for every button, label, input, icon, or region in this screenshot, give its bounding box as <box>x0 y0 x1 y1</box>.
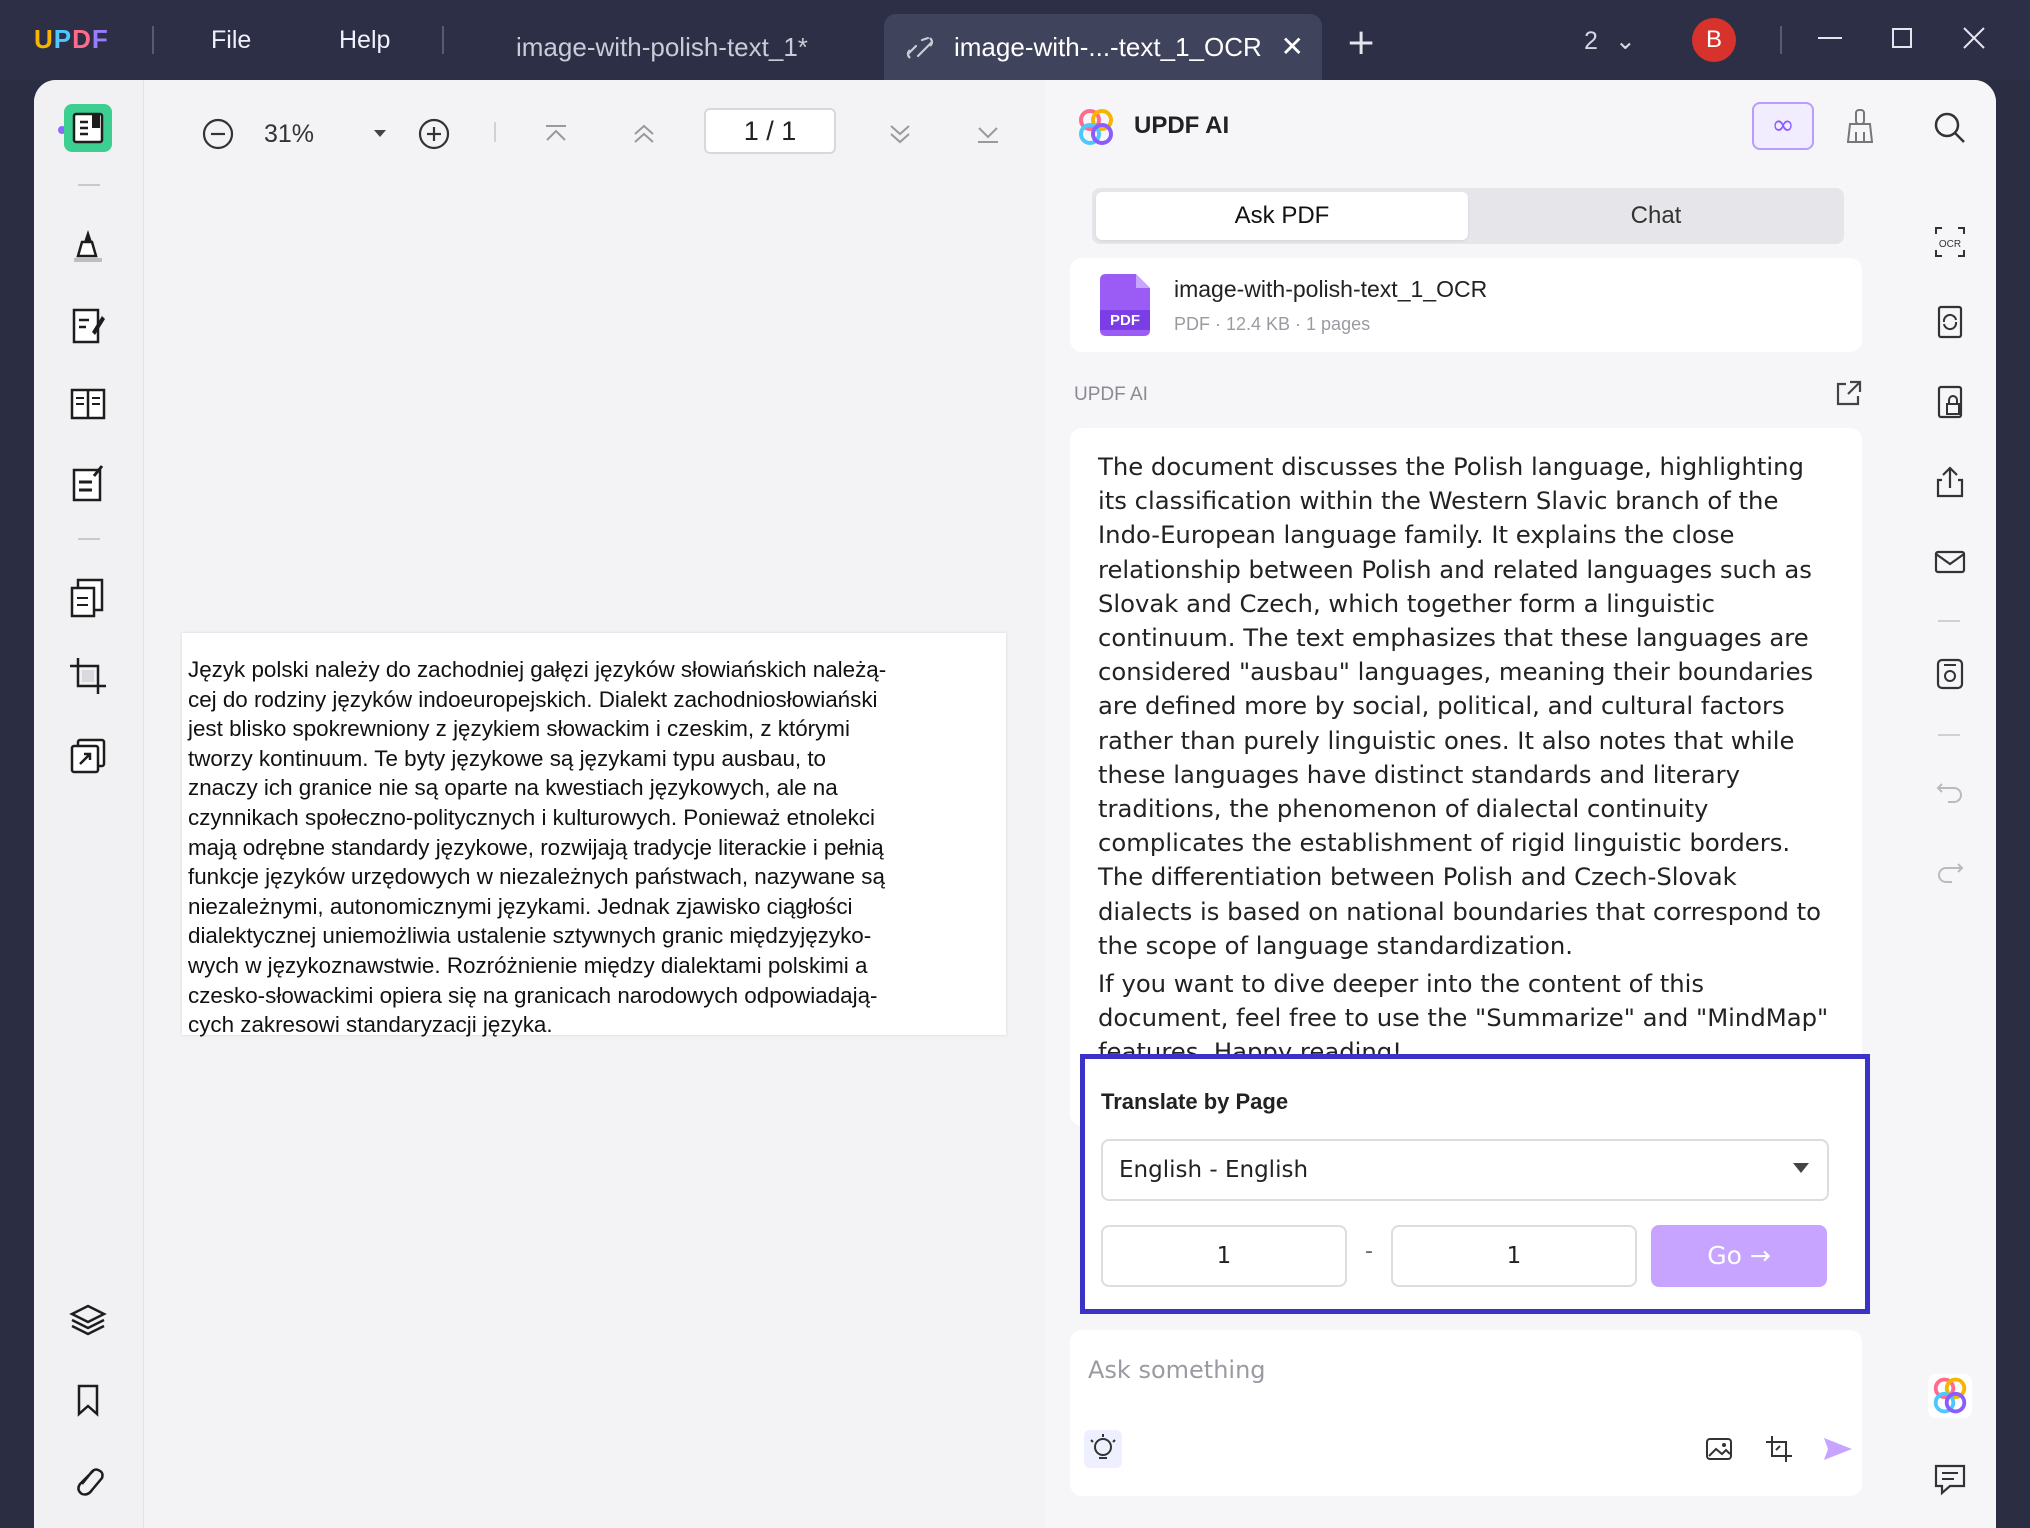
maximize-icon[interactable] <box>1882 18 1922 58</box>
page-tools-icon[interactable] <box>64 574 112 622</box>
zoom-out-icon[interactable] <box>200 116 236 152</box>
lightbulb-icon[interactable] <box>1084 1430 1122 1468</box>
range-separator: - <box>1365 1239 1373 1264</box>
image-upload-icon[interactable] <box>1700 1430 1738 1468</box>
title-separator <box>1780 26 1782 54</box>
new-tab-plus-icon[interactable]: + <box>1346 22 1376 63</box>
ai-panel-title: UPDF AI <box>1134 112 1230 139</box>
to-page-input[interactable]: 1 <box>1391 1225 1637 1287</box>
ocr-icon[interactable]: OCR <box>1930 222 1970 262</box>
toolbar-separator <box>1938 734 1960 736</box>
svg-text:OCR: OCR <box>1939 239 1961 250</box>
layers-icon[interactable] <box>64 1296 112 1344</box>
export-icon[interactable] <box>1832 378 1864 410</box>
ai-response-label: UPDF AI <box>1074 384 1148 405</box>
tab-ask-pdf[interactable]: Ask PDF <box>1096 192 1468 240</box>
edit-pdf-icon[interactable] <box>64 302 112 350</box>
tab-close-icon[interactable]: ✕ <box>1281 30 1304 63</box>
updf-ai-logo-icon <box>1076 108 1116 148</box>
tab-document-1[interactable]: image-with-polish-text_1* <box>496 14 876 80</box>
next-page-icon[interactable] <box>882 116 918 152</box>
screenshot-crop-icon[interactable] <box>1760 1430 1798 1468</box>
toolbar-separator <box>78 538 100 540</box>
tab-label: image-with-polish-text_1* <box>516 32 808 62</box>
file-name: image-with-polish-text_1_OCR <box>1174 276 1488 302</box>
pdf-file-icon-label: PDF <box>1110 312 1140 329</box>
title-bar: UPDF File Help image-with-polish-text_1*… <box>0 0 2030 80</box>
pdf-page-text: Język polski należy do zachodniej gałęzi… <box>188 657 887 1038</box>
from-page-input[interactable]: 1 <box>1101 1225 1347 1287</box>
attachment-icon[interactable] <box>64 1456 112 1504</box>
share-icon[interactable] <box>1930 462 1970 502</box>
file-meta: PDF · 12.4 KB · 1 pages <box>1174 314 1371 334</box>
search-icon[interactable] <box>1930 108 1970 148</box>
translate-title: Translate by Page <box>1101 1089 1289 1114</box>
minimize-icon[interactable] <box>1810 18 1850 58</box>
ai-panel: UPDF AI ∞ Ask PDF Chat PDF image-with-po… <box>1046 80 1906 1528</box>
right-toolbar: OCR <box>1906 80 1996 1528</box>
ai-mode-tabs: Ask PDF Chat <box>1092 188 1844 244</box>
tab-document-2[interactable]: image-with-...-text_1_OCR ✕ <box>884 14 1322 80</box>
zoom-dropdown-icon[interactable] <box>362 116 398 152</box>
crop-icon[interactable] <box>64 652 112 700</box>
go-button[interactable]: Go → <box>1651 1225 1827 1287</box>
translate-by-page-panel: Translate by Page English - English 1 - … <box>1080 1054 1870 1314</box>
ai-answer-paragraph: The document discusses the Polish langua… <box>1098 452 1822 960</box>
toolbar-separator <box>494 122 496 142</box>
menu-file[interactable]: File <box>211 26 251 55</box>
avatar[interactable]: B <box>1692 18 1736 62</box>
language-select-value: English - English <box>1119 1157 1309 1183</box>
convert-icon[interactable] <box>1930 302 1970 342</box>
save-icon[interactable] <box>1930 654 1970 694</box>
tab-chat[interactable]: Chat <box>1472 192 1840 240</box>
compress-icon[interactable] <box>64 732 112 780</box>
comment-icon[interactable] <box>1930 1458 1970 1498</box>
left-toolbar <box>34 80 144 1528</box>
ask-input[interactable] <box>1088 1348 1828 1392</box>
clear-chat-icon[interactable] <box>1842 106 1878 146</box>
zoom-level[interactable]: 31% <box>264 120 314 149</box>
infinity-mode-icon[interactable]: ∞ <box>1752 102 1814 150</box>
bookmark-icon[interactable] <box>64 1376 112 1424</box>
tab-count-dropdown[interactable]: 2 ⌄ <box>1584 26 1636 56</box>
viewer-toolbar: 31% 1 / 1 <box>144 80 1046 180</box>
last-page-icon[interactable] <box>970 116 1006 152</box>
protect-icon[interactable] <box>1930 382 1970 422</box>
caret-down-icon <box>1793 1163 1809 1173</box>
previous-page-icon[interactable] <box>626 116 662 152</box>
email-icon[interactable] <box>1930 542 1970 582</box>
highlighter-icon[interactable] <box>64 220 112 268</box>
ai-answer: The document discusses the Polish langua… <box>1070 428 1862 1126</box>
file-card[interactable]: PDF image-with-polish-text_1_OCR PDF · 1… <box>1070 258 1862 352</box>
app-window: 31% 1 / 1 Język polski należy do zachodn… <box>34 80 1996 1528</box>
undo-icon[interactable] <box>1930 770 1970 810</box>
close-window-icon[interactable] <box>1954 18 1994 58</box>
form-sign-icon[interactable] <box>64 460 112 508</box>
first-page-icon[interactable] <box>538 116 574 152</box>
tab-count: 2 <box>1584 27 1598 55</box>
ask-box <box>1070 1330 1862 1496</box>
send-icon[interactable] <box>1818 1430 1856 1468</box>
updf-logo: UPDF <box>34 24 109 54</box>
chevron-down-icon: ⌄ <box>1614 27 1636 55</box>
menu-help[interactable]: Help <box>339 26 390 55</box>
redo-icon[interactable] <box>1930 850 1970 890</box>
title-separator <box>152 26 154 54</box>
toolbar-separator <box>78 184 100 186</box>
toolbar-separator <box>1938 620 1960 622</box>
pdf-page: Język polski należy do zachodniej gałęzi… <box>182 633 1006 1037</box>
language-select[interactable]: English - English <box>1101 1139 1829 1201</box>
reader-icon[interactable] <box>64 104 112 152</box>
tab-label: image-with-...-text_1_OCR <box>954 32 1262 62</box>
page-number-input[interactable]: 1 / 1 <box>704 108 836 154</box>
pdf-file-icon: PDF <box>1100 274 1150 336</box>
updf-ai-icon[interactable] <box>1928 1374 1972 1418</box>
document-viewer: 31% 1 / 1 Język polski należy do zachodn… <box>144 80 1046 1528</box>
unlinked-icon <box>904 34 936 62</box>
organize-pages-icon[interactable] <box>64 380 112 428</box>
title-separator <box>442 26 444 54</box>
zoom-in-icon[interactable] <box>416 116 452 152</box>
